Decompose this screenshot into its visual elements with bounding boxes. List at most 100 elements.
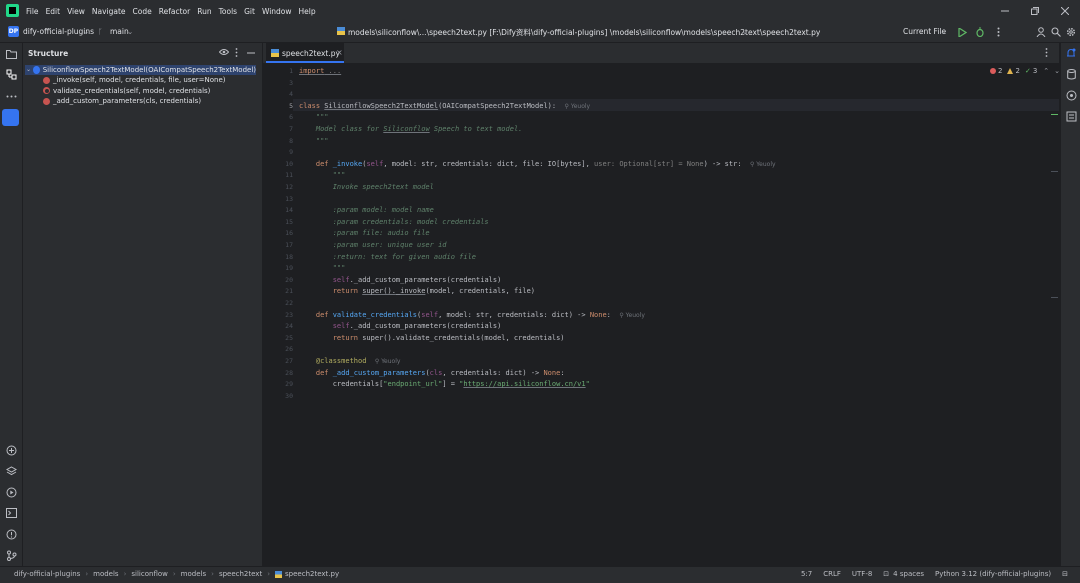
eye-icon[interactable] [219,48,229,56]
panel-title: Structure [28,49,69,58]
breadcrumb-item[interactable]: dify-official-plugins [14,570,80,578]
file-path[interactable]: models\siliconflow\...\speech2text.py [F… [348,27,820,38]
menu-tools[interactable]: Tools [219,7,237,16]
inspection-widget[interactable]: 2 2 ✓ 3 ⌃ ⌄ [990,67,1060,75]
menu-git[interactable]: Git [244,7,255,16]
more-actions-icon[interactable] [992,26,1004,38]
file-encoding[interactable]: UTF-8 [852,570,872,578]
main-toolbar: DP dify-official-plugins ⌄ ᚴ main ⌄ mode… [0,22,1080,43]
author-hint[interactable]: ⚲ Yeuoly [750,161,776,168]
weak-warning-icon: ✓ [1024,67,1031,75]
code-line: def _add_custom_parameters(cls, credenti… [299,368,565,377]
class-icon [33,66,40,74]
git-icon[interactable] [5,549,17,561]
tree-row-method[interactable]: _invoke(self, model, credentials, file, … [43,75,226,85]
breadcrumb-item[interactable]: models [93,570,118,578]
restore-button[interactable] [1020,0,1050,22]
code-line: self._add_custom_parameters(credentials) [299,275,502,284]
code-line: import ... [299,67,342,75]
minimize-panel-icon[interactable] [247,52,255,54]
menu-window[interactable]: Window [262,7,292,16]
tree-row-class[interactable]: ⌄ SiliconflowSpeech2TextModel(OAICompatS… [25,65,256,75]
menu-help[interactable]: Help [299,7,316,16]
code-line: Model class for Siliconflow Speech to te… [299,125,523,133]
branch-name[interactable]: main [110,27,129,36]
search-icon[interactable] [1050,26,1062,38]
code-line: """ [299,264,346,273]
code-line: :param credentials: model credentials [299,217,489,226]
line-number-gutter: 1 3 4 5 6 7 8 9 10 11 12 13 14 15 16 17 … [285,67,293,400]
warning-count: 2 [1015,67,1020,75]
python-packages-icon[interactable] [5,444,17,456]
read-only-lock-icon[interactable]: ⊡ [883,570,889,578]
menu-edit[interactable]: Edit [46,7,61,16]
minimize-button[interactable] [990,0,1020,22]
indent-setting[interactable]: 4 spaces [893,570,924,578]
menu-run[interactable]: Run [197,7,211,16]
breadcrumb-item[interactable]: speech2text [219,570,262,578]
menu-bar: File Edit View Navigate Code Refactor Ru… [26,0,323,22]
more-options-icon[interactable] [235,48,238,57]
cursor-position[interactable]: 5:7 [801,570,812,578]
chevron-down-icon[interactable]: ⌄ [26,65,31,75]
code-line: @classmethod ⚲ Yeuoly [299,357,401,365]
structure-icon[interactable] [5,68,17,80]
problems-icon[interactable] [5,528,17,540]
lock-icon[interactable]: ⊟ [1062,570,1068,578]
python-file-icon [337,27,345,35]
terminal-icon[interactable] [5,507,17,519]
code-editor[interactable]: 1 3 4 5 6 7 8 9 10 11 12 13 14 15 16 17 … [263,64,1060,566]
project-folder-icon[interactable] [5,48,17,60]
notifications-icon[interactable] [1065,47,1077,59]
structure-tool-active[interactable] [2,109,19,126]
ai-assistant-icon[interactable] [1065,89,1077,101]
code-line: return super().validate_credentials(mode… [299,333,565,342]
code-line: """ [299,136,329,145]
code-line: :param file: audio file [299,229,430,238]
breadcrumb-item[interactable]: models [181,570,206,578]
more-options-icon[interactable] [1045,48,1048,57]
line-separator[interactable]: CRLF [823,570,841,578]
tree-row-method[interactable]: validate_credentials(self, model, creden… [43,86,210,96]
author-hint[interactable]: ⚲ Yeuoly [565,103,591,110]
more-tools-icon[interactable] [5,90,17,102]
close-window-button[interactable] [1050,0,1080,22]
tab-speech2text[interactable]: speech2text.py × [266,43,344,63]
code-line: :return: text for given audio file [299,252,477,261]
weak-warning-count: 3 [1032,67,1038,75]
layers-icon[interactable] [5,465,17,477]
method-icon [43,97,50,105]
chevron-up-icon[interactable]: ⌃ [1043,67,1049,75]
error-icon [990,68,996,74]
tree-row-label: _add_custom_parameters(cls, credentials) [53,97,202,105]
chevron-down-icon[interactable]: ⌄ [127,27,133,36]
error-count: 2 [998,67,1003,75]
menu-refactor[interactable]: Refactor [159,7,190,16]
run-icon[interactable] [956,26,968,38]
author-hint[interactable]: ⚲ Yeuoly [375,358,401,365]
author-hint[interactable]: ⚲ Yeuoly [619,312,645,319]
change-marker [1051,114,1058,115]
code-line: class SiliconflowSpeech2TextModel(OAICom… [299,101,591,110]
close-icon[interactable]: × [336,48,343,57]
chevron-down-icon[interactable]: ⌄ [83,27,89,36]
project-badge[interactable]: DP [8,26,19,37]
menu-navigate[interactable]: Navigate [92,7,126,16]
menu-view[interactable]: View [67,7,85,16]
menu-file[interactable]: File [26,7,39,16]
settings-gear-icon[interactable] [1065,26,1077,38]
python-interpreter[interactable]: Python 3.12 (dify-official-plugins) [935,570,1051,578]
database-icon[interactable] [1065,68,1077,80]
chevron-down-icon[interactable]: ⌄ [940,27,946,36]
tree-row-method[interactable]: _add_custom_parameters(cls, credentials) [43,96,201,106]
breadcrumb-item[interactable]: siliconflow [131,570,167,578]
account-icon[interactable] [1035,26,1047,38]
structure-panel: Structure ⌄ SiliconflowSpeech2TextModel(… [23,43,263,566]
chevron-down-icon[interactable]: ⌄ [742,27,748,36]
status-widgets: 5:7 CRLF UTF-8 ⊡ 4 spaces Python 3.12 (d… [790,570,1068,578]
coverage-icon[interactable] [1065,110,1077,122]
debug-icon[interactable] [974,26,986,38]
run-console-icon[interactable] [5,486,17,498]
menu-code[interactable]: Code [133,7,152,16]
breadcrumb-item[interactable]: speech2text.py [285,570,339,578]
